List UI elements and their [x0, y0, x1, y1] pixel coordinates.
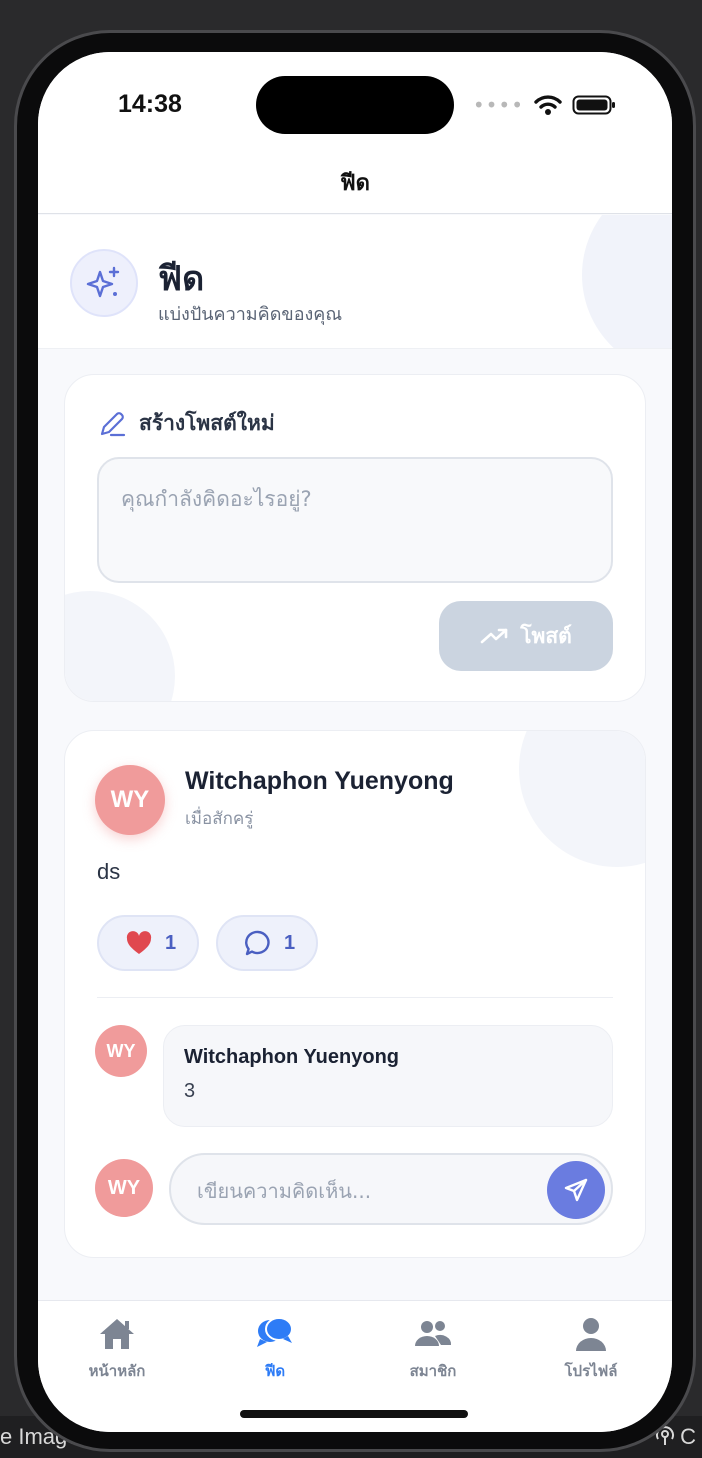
tab-feed-label: ฟีด [264, 1362, 286, 1380]
current-user-avatar: WY [95, 1159, 153, 1217]
users-icon [378, 1315, 488, 1353]
tab-members-label: สมาชิก [409, 1362, 457, 1380]
send-comment-button[interactable] [547, 1161, 605, 1219]
comment-avatar[interactable]: WY [95, 1025, 147, 1077]
comment-text: 3 [184, 1080, 196, 1102]
like-button[interactable]: 1 [97, 915, 199, 971]
page-subtitle: แบ่งปันความคิดของคุณ [158, 304, 343, 325]
comment-count: 1 [284, 931, 296, 954]
pencil-icon [100, 411, 126, 436]
compose-title: สร้างโพสต์ใหม่ [139, 411, 275, 435]
tab-feed[interactable]: ฟีด [220, 1315, 330, 1383]
header-decoration [582, 215, 672, 348]
tab-profile-label: โปรไฟล์ [564, 1362, 618, 1380]
desktop-right-text: C [680, 1424, 696, 1449]
post-text: ds [97, 859, 121, 884]
nav-title: ฟีด [340, 171, 370, 196]
chat-bubbles-icon [220, 1315, 330, 1353]
sparkles-icon [86, 266, 120, 298]
heart-icon [126, 931, 152, 954]
send-icon [564, 1178, 588, 1202]
comment-author: Witchaphon Yuenyong [184, 1046, 400, 1068]
tab-home-label: หน้าหลัก [88, 1362, 146, 1380]
post-timestamp: เมื่อสักครู่ [185, 809, 254, 829]
comment-placeholder: เขียนความคิดเห็น... [197, 1179, 372, 1203]
post-button-label: โพสต์ [520, 623, 572, 648]
status-indicators: •••• [473, 94, 616, 116]
home-icon [62, 1315, 172, 1353]
dynamic-island [256, 76, 454, 134]
compose-textarea[interactable]: คุณกำลังคิดอะไรอยู่? [97, 457, 613, 583]
tab-members[interactable]: สมาชิก [378, 1315, 488, 1383]
comment-item: Witchaphon Yuenyong 3 [163, 1025, 613, 1127]
phone-screen: 14:38 •••• ฟีด ฟีด แบ่งปันความคิดของคุณ … [38, 52, 672, 1432]
post-button[interactable]: โพสต์ [439, 601, 613, 671]
compose-decoration [65, 591, 175, 701]
compose-card: สร้างโพสต์ใหม่ คุณกำลังคิดอะไรอยู่? โพสต… [64, 374, 646, 702]
compose-header: สร้างโพสต์ใหม่ [97, 407, 275, 440]
trending-up-icon [480, 628, 508, 644]
comment-button[interactable]: 1 [216, 915, 318, 971]
post-card: WY Witchaphon Yuenyong เมื่อสักครู่ ds 1… [64, 730, 646, 1258]
signal-dots-icon: •••• [472, 93, 524, 117]
post-author[interactable]: Witchaphon Yuenyong [185, 767, 454, 796]
tab-profile[interactable]: โปรไฟล์ [536, 1315, 646, 1383]
nav-bar: ฟีด [38, 162, 672, 214]
wifi-icon [534, 95, 562, 115]
home-indicator [240, 1410, 468, 1418]
tab-home[interactable]: หน้าหลัก [62, 1315, 172, 1383]
post-decoration [519, 731, 645, 867]
page-title: ฟีด [158, 259, 205, 299]
comment-icon [245, 930, 270, 956]
compose-placeholder: คุณกำลังคิดอะไรอยู่? [121, 487, 312, 511]
divider [97, 997, 613, 998]
status-bar: 14:38 •••• [38, 52, 672, 162]
avatar[interactable]: WY [95, 765, 165, 835]
battery-icon [572, 95, 615, 115]
page-header: ฟีด แบ่งปันความคิดของคุณ [38, 215, 672, 349]
header-icon-badge [70, 249, 138, 317]
user-icon [536, 1315, 646, 1353]
status-time: 14:38 [118, 90, 182, 118]
like-count: 1 [165, 931, 177, 954]
